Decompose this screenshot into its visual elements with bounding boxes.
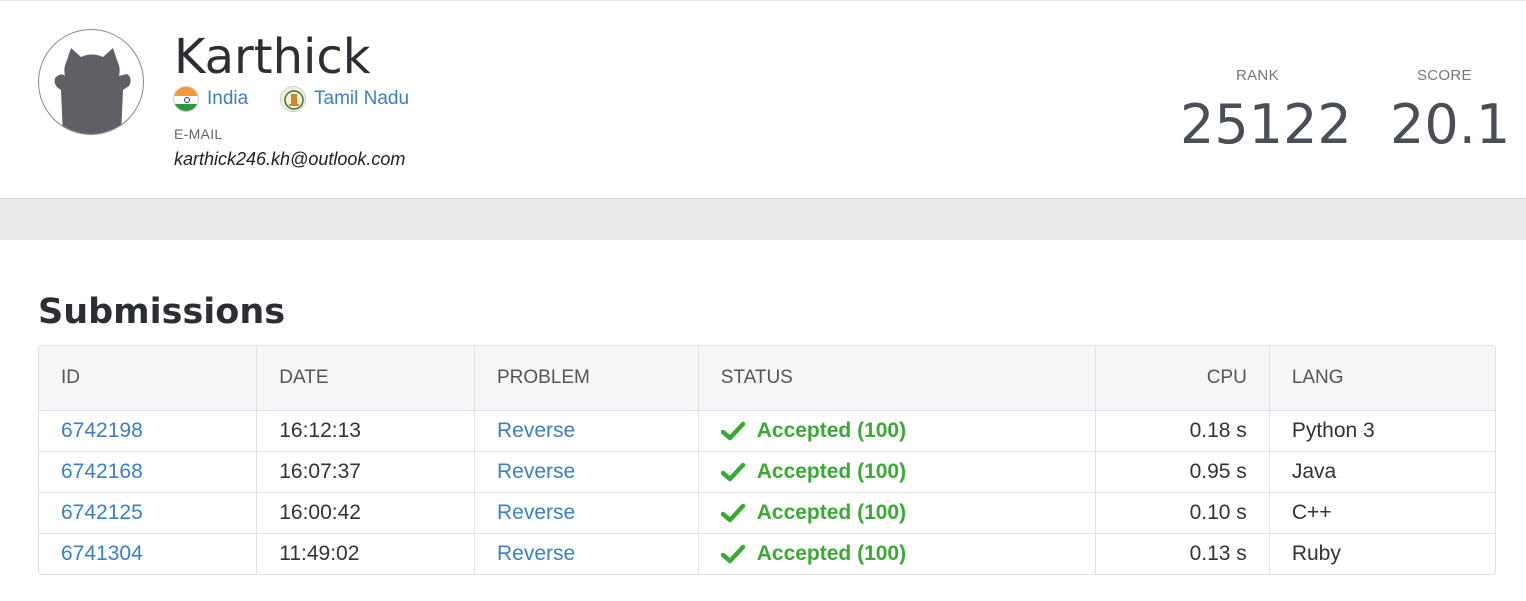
submission-id-link[interactable]: 6742125 [61, 501, 143, 524]
submission-date: 16:00:42 [256, 492, 475, 534]
column-header-cpu[interactable]: CPU [1095, 346, 1270, 411]
submission-cpu: 0.95 s [1095, 451, 1270, 493]
submission-lang: Java [1269, 451, 1495, 493]
submissions-table: ID DATE PROBLEM STATUS CPU LANG 6742198 … [38, 345, 1496, 575]
tamil-nadu-emblem-icon [280, 86, 306, 112]
submission-status: Accepted (100) [720, 411, 1073, 451]
submission-date: 16:12:13 [256, 410, 475, 452]
problem-link[interactable]: Reverse [497, 460, 575, 483]
india-flag-icon [173, 86, 199, 112]
status-text: Accepted (100) [756, 541, 907, 565]
submission-cpu: 0.13 s [1095, 533, 1270, 574]
email-label: E-MAIL [174, 126, 223, 142]
column-header-id[interactable]: ID [39, 346, 258, 411]
score-value: 20.1 [1390, 93, 1511, 156]
checkmark-icon [720, 544, 745, 563]
email-value: karthick246.kh@outlook.com [174, 149, 406, 169]
submission-cpu: 0.10 s [1095, 492, 1270, 534]
submission-id-link[interactable]: 6741304 [61, 542, 143, 565]
status-text: Accepted (100) [756, 418, 907, 442]
table-header-row: ID DATE PROBLEM STATUS CPU LANG [39, 346, 1495, 411]
submission-id-link[interactable]: 6742168 [61, 460, 143, 483]
country-location: India [173, 85, 248, 113]
submission-cpu: 0.18 s [1095, 410, 1270, 452]
problem-link[interactable]: Reverse [497, 501, 575, 524]
rank-label: RANK [1236, 67, 1279, 84]
section-divider-band [0, 199, 1526, 240]
avatar [38, 29, 144, 135]
score-label: SCORE [1417, 67, 1472, 84]
submission-status: Accepted (100) [720, 452, 1073, 492]
submission-status: Accepted (100) [720, 534, 1073, 574]
status-text: Accepted (100) [756, 500, 907, 524]
column-header-date[interactable]: DATE [256, 346, 475, 411]
status-text: Accepted (100) [756, 459, 907, 483]
submissions-title: Submissions [38, 292, 286, 332]
checkmark-icon [720, 421, 745, 440]
column-header-status[interactable]: STATUS [698, 346, 1097, 411]
submission-lang: Python 3 [1269, 410, 1495, 452]
cat-silhouette-icon [54, 48, 131, 134]
checkmark-icon [720, 462, 745, 481]
table-row: 6742168 16:07:37 Reverse Accepted (100) … [39, 451, 1495, 493]
submission-lang: Ruby [1291, 541, 1341, 565]
country-link[interactable]: India [207, 88, 248, 110]
region-location: Tamil Nadu [280, 85, 409, 113]
profile-card: Karthick India Tamil Nadu E-MAIL karthic… [0, 0, 1526, 199]
rank-value: 25122 [1180, 93, 1352, 156]
table-row: 6741304 11:49:02 Reverse Accepted (100) … [39, 533, 1495, 574]
problem-link[interactable]: Reverse [497, 419, 575, 442]
table-row: 6742198 16:12:13 Reverse Accepted (100) … [39, 410, 1495, 452]
submission-date: 11:49:02 [256, 533, 475, 574]
profile-name: Karthick [174, 29, 371, 85]
checkmark-icon [720, 503, 745, 522]
region-link[interactable]: Tamil Nadu [314, 88, 409, 110]
column-header-problem[interactable]: PROBLEM [474, 346, 699, 411]
submission-date: 16:07:37 [256, 451, 475, 493]
submission-status: Accepted (100) [720, 493, 1073, 533]
problem-link[interactable]: Reverse [497, 542, 575, 565]
submission-lang: C++ [1269, 492, 1495, 534]
submission-id-link[interactable]: 6742198 [61, 419, 143, 442]
table-row: 6742125 16:00:42 Reverse Accepted (100) … [39, 492, 1495, 534]
column-header-lang[interactable]: LANG [1269, 346, 1495, 411]
